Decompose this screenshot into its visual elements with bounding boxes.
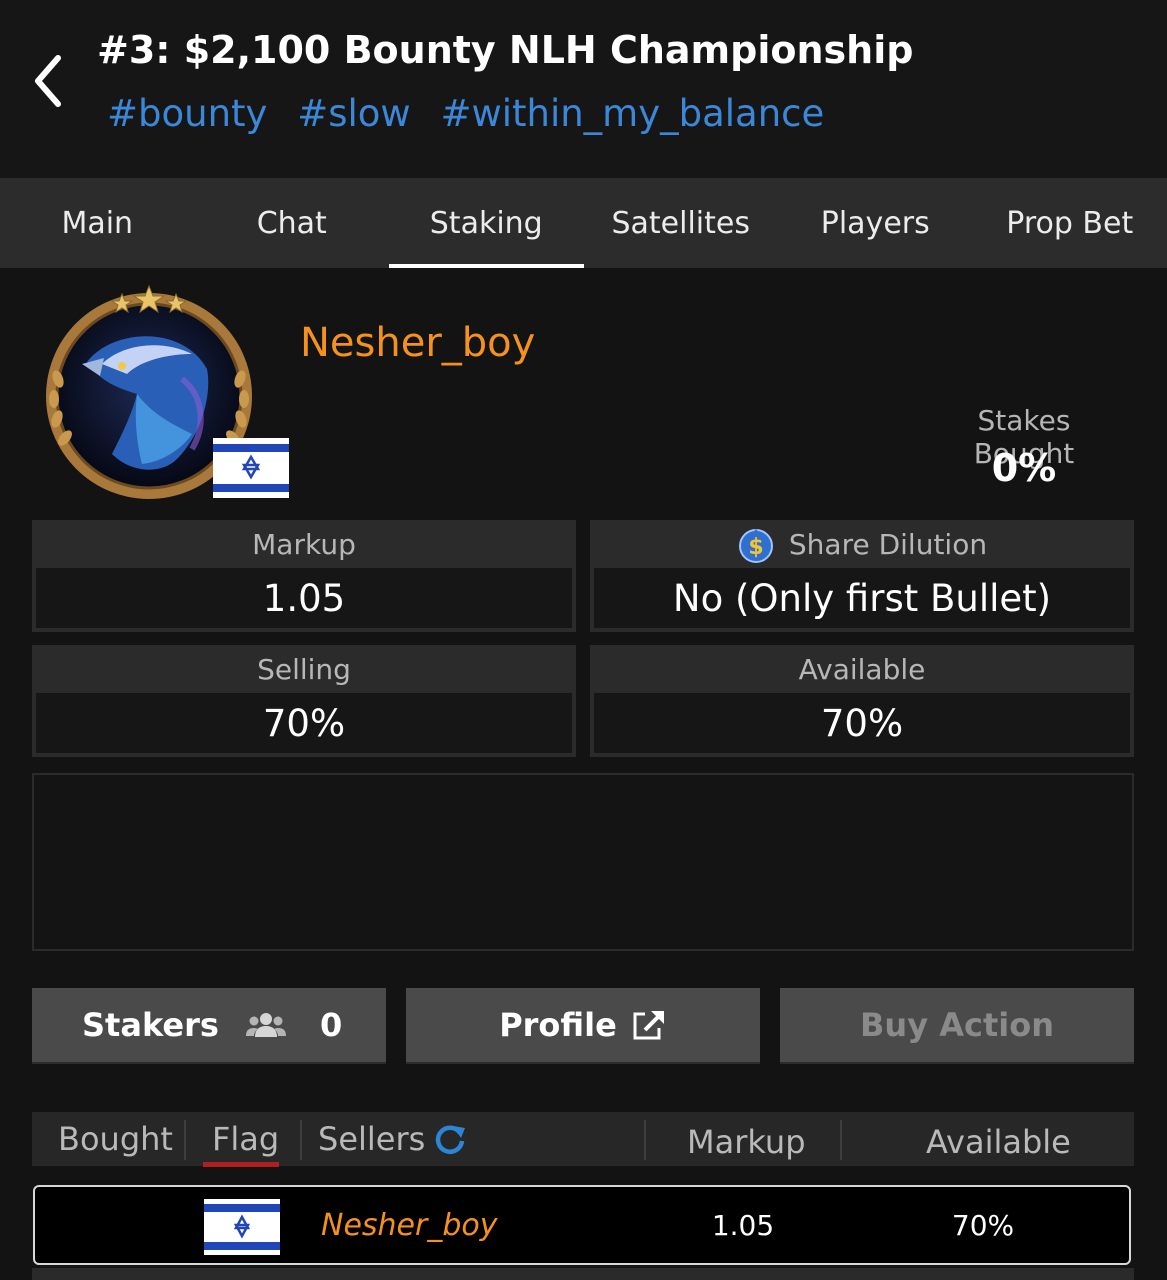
col-markup[interactable]: Markup [687, 1115, 806, 1169]
sort-indicator [203, 1162, 279, 1167]
stakers-button[interactable]: Stakers 0 [32, 988, 386, 1064]
users-group-icon [246, 1013, 286, 1037]
tag-list: #bounty #slow #within_my_balance [107, 92, 842, 135]
stakes-bought-value: 0% [991, 446, 1057, 490]
tag-bounty[interactable]: #bounty [107, 92, 267, 135]
tab-prop-bet[interactable]: Prop Bet [973, 178, 1167, 268]
seller-markup: 1.05 [711, 1208, 775, 1242]
tab-chat[interactable]: Chat [195, 178, 390, 268]
svg-text:$: $ [748, 535, 763, 560]
dollar-coin-icon: $ [738, 529, 773, 563]
stakers-label: Stakers [82, 1006, 219, 1044]
selling-value: 70% [36, 693, 572, 753]
buy-action-button[interactable]: Buy Action [780, 988, 1134, 1064]
tag-slow[interactable]: #slow [297, 92, 410, 135]
israel-flag-icon [213, 438, 289, 498]
sellers-table-header: Bought Flag Sellers Markup Available [32, 1112, 1134, 1166]
col-bought[interactable]: Bought [58, 1112, 173, 1166]
share-dilution-value: No (Only first Bullet) [594, 568, 1130, 628]
markup-label: Markup [252, 527, 356, 561]
available-value: 70% [594, 693, 1130, 753]
tab-staking[interactable]: Staking [389, 178, 584, 268]
table-row[interactable]: Nesher_boy 1.05 70% [33, 1185, 1131, 1265]
available-box: Available 70% [590, 645, 1134, 757]
tournament-title: #3: $2,100 Bounty NLH Championship [97, 28, 914, 72]
tab-satellites[interactable]: Satellites [584, 178, 779, 268]
markup-value: 1.05 [36, 568, 572, 628]
stakers-count: 0 [320, 1006, 343, 1044]
available-label: Available [798, 652, 926, 686]
selling-box: Selling 70% [32, 645, 576, 757]
selling-label: Selling [257, 652, 351, 686]
back-arrow-icon[interactable] [28, 50, 72, 112]
tag-within-my-balance[interactable]: #within_my_balance [440, 92, 824, 135]
seller-available: 70% [951, 1208, 1015, 1242]
profile-button[interactable]: Profile [406, 988, 760, 1064]
table-footer [32, 1268, 1134, 1280]
share-dilution-label: Share Dilution [788, 527, 988, 561]
col-sellers[interactable]: Sellers [318, 1112, 467, 1166]
external-link-icon [633, 1011, 664, 1040]
player-name[interactable]: Nesher_boy [300, 320, 535, 366]
col-flag[interactable]: Flag [212, 1112, 279, 1166]
tab-main[interactable]: Main [0, 178, 195, 268]
tab-players[interactable]: Players [778, 178, 973, 268]
refresh-icon[interactable] [433, 1122, 467, 1156]
col-available[interactable]: Available [926, 1115, 1071, 1169]
header: #3: $2,100 Bounty NLH Championship #boun… [0, 0, 1167, 178]
tab-bar: Main Chat Staking Satellites Players Pro… [0, 178, 1167, 268]
profile-label: Profile [499, 1006, 617, 1044]
markup-box: Markup 1.05 [32, 520, 576, 632]
description-area [32, 773, 1134, 951]
share-dilution-box: $ Share Dilution No (Only first Bullet) [590, 520, 1134, 632]
israel-flag-icon [204, 1199, 280, 1255]
seller-name[interactable]: Nesher_boy [321, 1187, 497, 1263]
